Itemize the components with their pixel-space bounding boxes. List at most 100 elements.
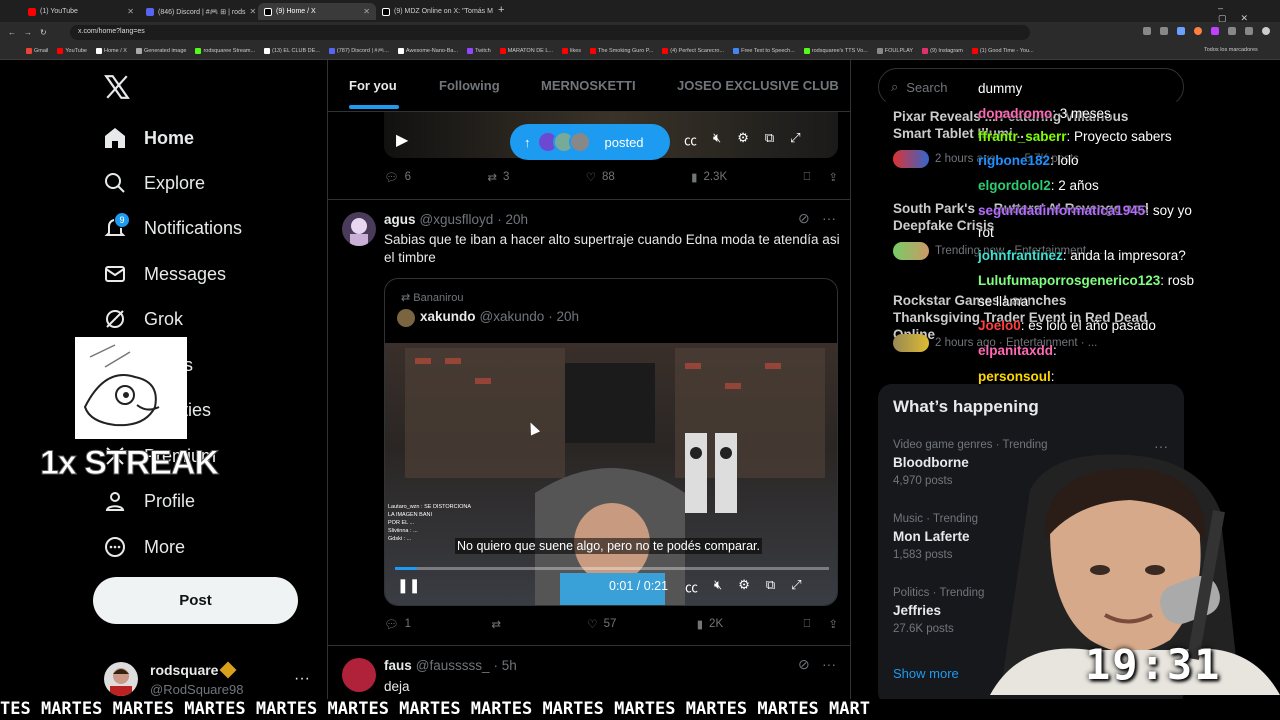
tab-joseo-exclusive-club[interactable]: JOSEO EXCLUSIVE CLUB <box>677 78 839 93</box>
mute-icon[interactable]: 🔇︎ <box>713 130 721 149</box>
avatar[interactable] <box>342 212 376 246</box>
grok-icon[interactable]: ⊘ <box>798 210 810 227</box>
nav-item-more[interactable]: More <box>102 534 185 560</box>
nav-item-home[interactable]: Home <box>102 125 194 151</box>
pause-icon[interactable]: ❚❚ <box>397 577 420 594</box>
bookmark-item[interactable]: Home / X <box>96 48 127 54</box>
window-controls[interactable]: –▢✕ <box>1218 3 1280 24</box>
post-time[interactable]: · 20h <box>497 212 528 227</box>
bookmark-item[interactable]: (13) EL CLUB DE... <box>264 48 320 54</box>
bookmark-item[interactable]: (1) Good Time - You... <box>971 48 1034 54</box>
reply-button[interactable]: 💬︎ 6 <box>384 170 411 184</box>
bookmark-item[interactable]: rodsquaree's TTS Vo... <box>803 48 868 54</box>
captions-icon[interactable]: ㏄ <box>684 130 697 149</box>
post-time[interactable]: · 5h <box>494 658 517 673</box>
tab-for-you[interactable]: For you <box>349 78 397 93</box>
grok-icon <box>102 306 128 332</box>
repost-button[interactable]: ⇄ <box>491 617 507 631</box>
grok-icon[interactable]: ⊘ <box>798 656 810 673</box>
bookmark-item[interactable]: Awesome-Nano-Ba... <box>397 48 458 54</box>
author-name[interactable]: faus <box>384 658 412 673</box>
browser-tab[interactable]: (1) YouTube ✕ <box>22 3 140 20</box>
mute-icon[interactable]: 🔇︎ <box>714 577 722 596</box>
share-icon[interactable]: ⇪ <box>828 617 838 631</box>
pip-icon[interactable]: ⧉ <box>765 130 774 149</box>
close-icon[interactable]: ✕ <box>363 7 370 16</box>
new-posts-pill[interactable]: ↑ posted <box>510 124 670 160</box>
avatar-stack <box>893 334 929 352</box>
bookmark-item[interactable]: (4) Perfect Scarecro... <box>662 48 724 54</box>
chat-text: dummy <box>978 81 1023 96</box>
bookmark-item[interactable]: Twitch <box>467 48 491 54</box>
bookmark-icon[interactable]: ⎕ <box>803 618 810 631</box>
new-tab-icon[interactable]: + <box>498 4 504 16</box>
x-logo-icon[interactable] <box>104 74 130 100</box>
fullscreen-icon[interactable]: ⤢ <box>791 577 801 596</box>
nav-item-explore[interactable]: Explore <box>102 170 205 196</box>
bookmark-favicon-icon <box>803 48 810 54</box>
bookmark-item[interactable]: The Smoking Guro P... <box>590 48 653 54</box>
bookmark-favicon-icon <box>922 48 929 54</box>
browser-tab[interactable]: (846) Discord | #🎮 ⊞ | rods ✕ <box>140 3 258 20</box>
settings-icon[interactable]: ⚙ <box>737 130 749 149</box>
like-button[interactable]: ♡ 57 <box>587 617 616 631</box>
bookmark-icon[interactable]: ⎕ <box>803 171 810 184</box>
bookmark-item[interactable]: Free Text to Speech... <box>733 48 795 54</box>
browser-tab[interactable]: (9) MDZ Online on X: "Tomás M✕ <box>376 3 494 20</box>
fullscreen-icon[interactable]: ⤢ <box>790 130 800 149</box>
author-handle[interactable]: @xgusflloyd <box>420 212 494 227</box>
views-button[interactable]: ▮ 2.3K <box>691 170 727 184</box>
close-icon[interactable]: ✕ <box>249 7 256 16</box>
nav-item-grok[interactable]: Grok <box>102 306 183 332</box>
post-menu-icon[interactable]: ··· <box>822 656 836 672</box>
extension-icons[interactable] <box>1040 27 1270 39</box>
bookmark-item[interactable]: MARATON DE L... <box>499 48 553 54</box>
video-controls[interactable]: ㏄ 🔇︎ ⚙ ⧉ ⤢ <box>685 577 802 596</box>
video-progress-bar[interactable] <box>395 567 829 570</box>
repost-button[interactable]: ⇄ 3 <box>487 170 509 184</box>
trend-item[interactable]: Music · Trending Mon Laferte 1,583 posts <box>893 513 978 561</box>
video-controls[interactable]: ㏄ 🔇︎ ⚙ ⧉ ⤢ <box>684 130 801 149</box>
url-field[interactable]: x.com/home?lang=es <box>70 25 1030 40</box>
quoted-post[interactable]: ⇄ Bananirou xakundo @xakundo · 20h Lauta… <box>384 278 838 606</box>
nav-buttons-icon[interactable]: ←→↻ <box>8 28 55 37</box>
author-name[interactable]: agus <box>384 212 416 227</box>
bookmark-item[interactable]: (9) Instagram <box>922 48 963 54</box>
pip-icon[interactable]: ⧉ <box>766 577 775 596</box>
show-more-link[interactable]: Show more <box>893 666 959 681</box>
reply-button[interactable]: 💬︎ 1 <box>384 617 411 631</box>
share-icon[interactable]: ⇪ <box>828 170 838 184</box>
browser-tab-active[interactable]: (9) Home / X ✕ <box>258 3 376 20</box>
like-button[interactable]: ♡ 88 <box>586 170 615 184</box>
bookmark-item[interactable]: YouTube <box>57 48 87 54</box>
close-icon[interactable]: ✕ <box>127 7 134 16</box>
trend-item[interactable]: Politics · Trending Jeffries 27.6K posts <box>893 587 984 635</box>
video-player[interactable]: Lautaro_wzn : SE DISTORCIONA LA IMAGEN BA… <box>385 343 837 605</box>
bookmark-item[interactable]: Generated image <box>135 48 186 54</box>
avatar[interactable] <box>104 662 138 696</box>
bookmark-item[interactable]: Gmail <box>26 48 48 54</box>
chat-username: elpanitaxdd <box>978 343 1054 358</box>
views-button[interactable]: ▮ 2K <box>697 617 723 631</box>
nav-item-messages[interactable]: Messages <box>102 261 226 287</box>
tab-mernosketti[interactable]: MERNOSKETTI <box>541 78 636 93</box>
more-icon <box>102 534 128 560</box>
chat-message: Lulufumaporrosgenerico123: rosb <box>978 273 1194 288</box>
post-menu-icon[interactable]: ··· <box>822 210 836 226</box>
bookmark-item[interactable]: likes <box>562 48 581 54</box>
settings-icon[interactable]: ⚙ <box>738 577 750 596</box>
author-handle[interactable]: @fausssss_ <box>416 658 490 673</box>
post-actions: 💬︎ 1 ⇄ ♡ 57 ▮ 2K ⎕ ⇪ <box>384 617 838 632</box>
all-bookmarks[interactable]: Todos los marcadores <box>1204 47 1258 53</box>
chat-text: se llama <box>978 294 1029 309</box>
play-icon[interactable]: ▶ <box>396 130 408 150</box>
nav-item-profile[interactable]: Profile <box>102 488 195 514</box>
account-menu-icon[interactable]: ··· <box>294 670 310 688</box>
bookmark-item[interactable]: FOULPLAY <box>876 48 913 54</box>
tab-following[interactable]: Following <box>439 78 500 93</box>
bookmark-item[interactable]: (787) Discord | #🎮... <box>328 48 389 54</box>
post-button[interactable]: Post <box>93 577 298 624</box>
avatar[interactable] <box>342 658 376 692</box>
captions-icon[interactable]: ㏄ <box>685 577 698 596</box>
bookmark-item[interactable]: rodsquaree Stream... <box>195 48 255 54</box>
